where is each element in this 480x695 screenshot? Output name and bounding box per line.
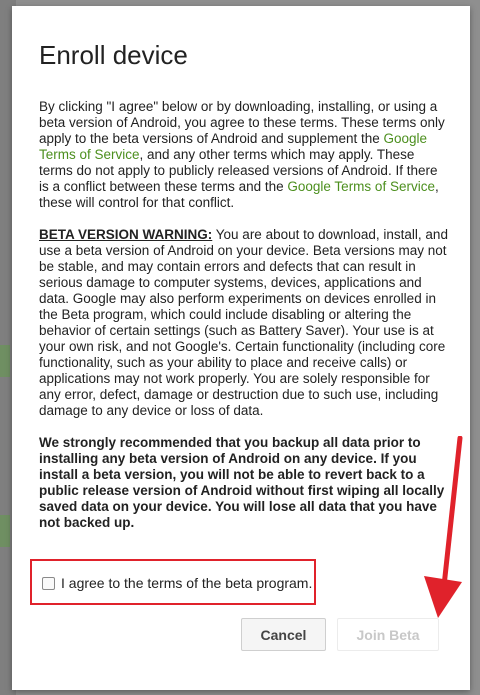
background-green-block [0,515,10,547]
backup-notice: We strongly recommended that you backup … [39,435,445,530]
agree-checkbox[interactable] [42,576,55,590]
cancel-button[interactable]: Cancel [241,618,326,651]
warning-heading: BETA VERSION WARNING: [39,227,213,242]
warning-text: You are about to download, install, and … [39,227,448,418]
agree-highlight-box: I agree to the terms of the beta program… [30,559,316,605]
terms-of-service-link-2[interactable]: Google Terms of Service [287,179,435,194]
background-green-block [0,345,10,377]
intro-paragraph: By clicking "I agree" below or by downlo… [39,99,449,211]
dialog-title: Enroll device [39,40,188,70]
agree-label: I agree to the terms of the beta program… [61,575,313,591]
join-beta-button[interactable]: Join Beta [337,618,439,651]
agree-checkbox-row[interactable]: I agree to the terms of the beta program… [42,575,312,591]
terms-body: By clicking "I agree" below or by downlo… [39,99,449,547]
warning-paragraph: BETA VERSION WARNING: You are about to d… [39,227,449,419]
enroll-device-dialog: Enroll device By clicking "I agree" belo… [12,6,470,690]
